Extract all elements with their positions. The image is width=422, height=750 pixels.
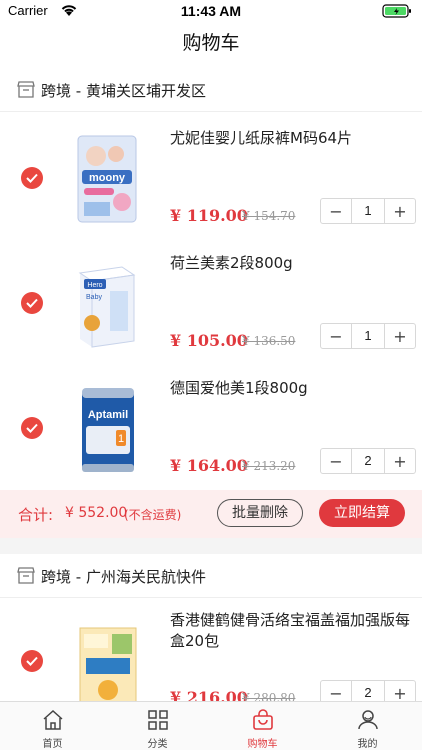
quantity-stepper: − 1 + [320, 323, 416, 349]
quantity-field[interactable]: 2 [351, 449, 385, 473]
increment-button[interactable]: + [385, 324, 415, 348]
product-image[interactable]: Hero Baby [72, 261, 144, 353]
item-title[interactable]: 尤妮佳婴儿纸尿裤M码64片 [170, 128, 410, 149]
tab-label: 首页 [42, 739, 63, 750]
item-old-price: ¥ 154.70 [242, 209, 296, 223]
item-price: ¥ 164.00 [170, 456, 248, 475]
total-label: 合计: [18, 506, 54, 524]
item-price: ¥ 119.00 [170, 206, 248, 225]
item-title[interactable]: 德国爱他美1段800g [170, 378, 410, 399]
bag-icon [253, 709, 273, 730]
cart-item: Hero Baby 荷兰美素2段800g ¥ 105.00 ¥ 136.50 −… [0, 239, 422, 364]
item-checkbox[interactable] [21, 292, 43, 314]
decrement-button[interactable]: − [321, 199, 351, 223]
cart-item: Aptamil 1 德国爱他美1段800g ¥ 164.00 ¥ 213.20 … [0, 364, 422, 489]
decrement-button[interactable]: − [321, 449, 351, 473]
item-checkbox[interactable] [21, 417, 43, 439]
quantity-field[interactable]: 1 [351, 324, 385, 348]
user-icon [358, 710, 378, 730]
status-time: 11:43 AM [180, 3, 242, 19]
store-name: 跨境 - 黄埔关区埔开发区 [41, 82, 206, 100]
item-checkbox[interactable] [21, 167, 43, 189]
summary-bar: 合计: ¥ 552.00 (不含运费) 批量删除 立即结算 [0, 490, 422, 538]
item-old-price: ¥ 136.50 [242, 334, 296, 348]
shipping-note: (不含运费) [124, 508, 182, 522]
store-header: 跨境 - 黄埔关区埔开发区 [0, 68, 422, 112]
svg-text:moony: moony [89, 172, 126, 184]
decrement-button[interactable]: − [321, 324, 351, 348]
total-amount: ¥ 552.00 [65, 505, 128, 521]
tab-label: 购物车 [247, 739, 278, 750]
page-title: 购物车 [182, 32, 240, 54]
store-icon [17, 81, 35, 98]
tab-profile[interactable]: 我的 [315, 702, 420, 750]
check-icon [26, 173, 38, 183]
checkout-button[interactable]: 立即结算 [319, 499, 405, 527]
increment-button[interactable]: + [385, 449, 415, 473]
svg-text:Hero: Hero [87, 282, 102, 289]
home-icon [43, 709, 63, 730]
check-icon [26, 656, 38, 666]
svg-text:Aptamil: Aptamil [88, 409, 128, 421]
tab-bar: 首页 分类 购物车 我的 [0, 701, 422, 750]
product-image[interactable]: moony [72, 132, 144, 224]
quantity-field[interactable]: 1 [351, 199, 385, 223]
quantity-stepper: − 1 + [320, 198, 416, 224]
check-icon [26, 423, 38, 433]
grid-icon [148, 710, 168, 730]
status-bar: Carrier 11:43 AM [0, 0, 422, 24]
store-icon [17, 567, 35, 584]
item-title[interactable]: 香港健鹤健骨活络宝福盖福加强版每盒20包 [170, 610, 410, 652]
check-icon [26, 298, 38, 308]
tab-label: 分类 [147, 739, 168, 750]
batch-delete-button[interactable]: 批量删除 [217, 499, 303, 527]
item-price: ¥ 105.00 [170, 331, 248, 350]
store-name: 跨境 - 广州海关民航快件 [41, 568, 206, 586]
battery-icon [382, 4, 411, 18]
tab-cart[interactable]: 购物车 [210, 702, 315, 750]
item-old-price: ¥ 213.20 [242, 459, 296, 473]
quantity-stepper: − 2 + [320, 448, 416, 474]
tab-label: 我的 [357, 739, 378, 750]
svg-text:Baby: Baby [86, 294, 102, 301]
item-title[interactable]: 荷兰美素2段800g [170, 253, 410, 274]
item-checkbox[interactable] [21, 650, 43, 672]
section-divider [0, 538, 422, 554]
tab-category[interactable]: 分类 [105, 702, 210, 750]
tab-home[interactable]: 首页 [0, 702, 105, 750]
increment-button[interactable]: + [385, 199, 415, 223]
store-header: 跨境 - 广州海关民航快件 [0, 554, 422, 598]
svg-text:1: 1 [118, 433, 124, 445]
cart-item: moony 尤妮佳婴儿纸尿裤M码64片 ¥ 119.00 ¥ 154.70 − … [0, 114, 422, 239]
product-image[interactable]: Aptamil 1 [72, 384, 144, 476]
